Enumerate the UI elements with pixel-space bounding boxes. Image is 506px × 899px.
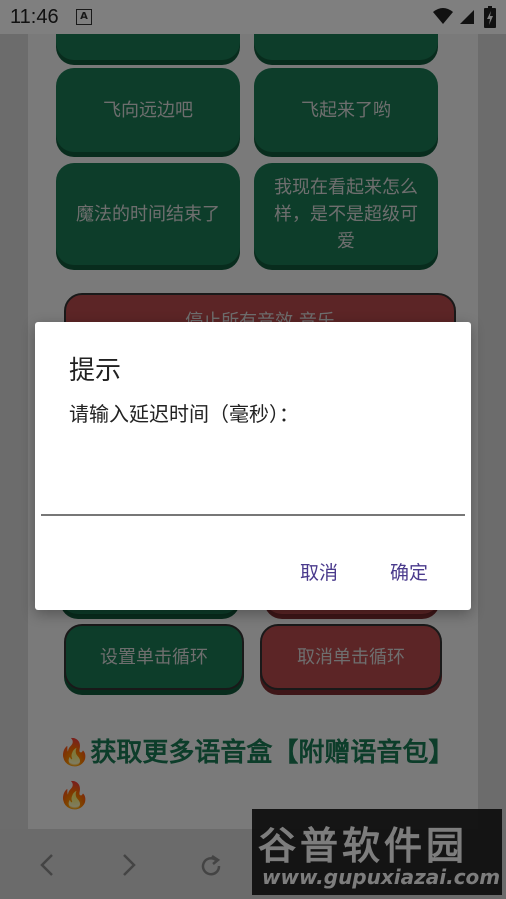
dialog-title: 提示 [69, 356, 122, 386]
delay-input[interactable] [41, 432, 465, 516]
dialog-message: 请输入延迟时间（毫秒）： [69, 402, 299, 426]
delay-prompt-dialog: 提示 请输入延迟时间（毫秒）： 取消 确定 [35, 322, 471, 610]
ok-button[interactable]: 确定 [390, 558, 428, 585]
cancel-button[interactable]: 取消 [300, 558, 338, 585]
